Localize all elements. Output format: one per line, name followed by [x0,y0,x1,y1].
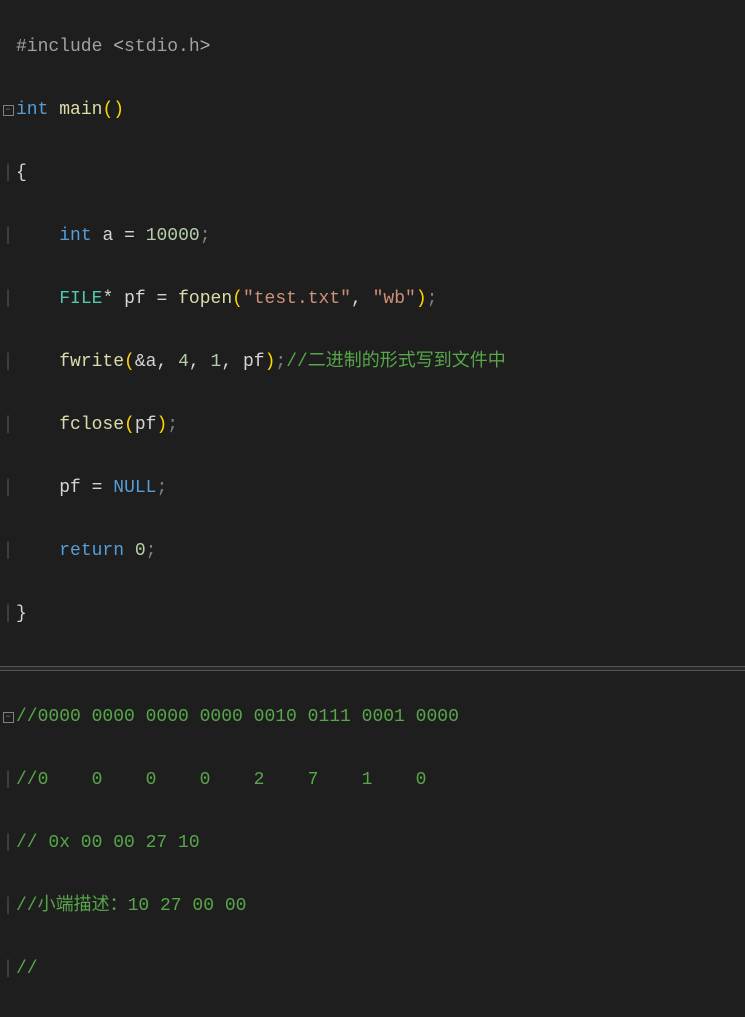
code-line: | fwrite(&a, 4, 1, pf);//二进制的形式写到文件中 [0,347,745,379]
code-line: | return 0; [0,536,745,568]
comment: //0 0 0 0 2 7 1 0 [16,770,426,790]
keyword: return [59,541,124,561]
number: 10000 [146,226,200,246]
code-line: −//0000 0000 0000 0000 0010 0111 0001 00… [0,702,745,734]
operator: = [124,226,135,246]
code-line: | fclose(pf); [0,410,745,442]
paren-close: ) [416,289,427,309]
fold-toggle[interactable]: − [0,95,16,127]
code-line: |//0 0 0 0 2 7 1 0 [0,765,745,797]
function-call: fclose [59,415,124,435]
comment: // 0x 00 00 27 10 [16,833,200,853]
gutter: | [0,347,16,379]
gutter: | [0,954,16,986]
gutter: | [0,765,16,797]
comment: // [16,959,38,979]
code-line: −int main() [0,95,745,127]
operator: = [156,289,167,309]
comma: , [156,352,167,372]
paren-open: ( [232,289,243,309]
code-line: #include <stdio.h> [0,32,745,64]
comma: , [351,289,362,309]
header-name: stdio.h [124,37,200,57]
comma: , [221,352,232,372]
keyword: int [59,226,91,246]
semicolon: ; [200,226,211,246]
parens: () [102,100,124,120]
code-line: | FILE* pf = fopen("test.txt", "wb"); [0,284,745,316]
identifier: pf [135,415,157,435]
string: "test.txt" [243,289,351,309]
semicolon: ; [146,541,157,561]
code-line: |//小端描述：10 27 00 00 [0,891,745,923]
code-line: |{ [0,158,745,190]
operator: & [135,352,146,372]
semicolon: ; [275,352,286,372]
brace: } [16,604,27,624]
number: 1 [211,352,222,372]
operator: = [92,478,103,498]
identifier: pf [124,289,146,309]
gutter: | [0,828,16,860]
gutter: | [0,284,16,316]
identifier: a [102,226,113,246]
divider [0,666,745,671]
code-line: | pf = NULL; [0,473,745,505]
semicolon: ; [427,289,438,309]
identifier: pf [59,478,81,498]
gutter: | [0,158,16,190]
function-call: fwrite [59,352,124,372]
number: 4 [178,352,189,372]
string: "wb" [373,289,416,309]
comma: , [189,352,200,372]
paren-open: ( [124,415,135,435]
gutter: | [0,410,16,442]
operator: * [102,289,113,309]
gutter [0,32,16,64]
identifier: a [146,352,157,372]
code-editor[interactable]: #include <stdio.h> −int main() |{ | int … [0,0,745,1017]
gutter: | [0,536,16,568]
function-call: fopen [178,289,232,309]
gutter: | [0,221,16,253]
code-line: |} [0,599,745,631]
paren-close: ) [156,415,167,435]
code-line: |// 0x 00 00 27 10 [0,828,745,860]
gutter: | [0,599,16,631]
paren-open: ( [124,352,135,372]
semicolon: ; [167,415,178,435]
type: FILE [59,289,102,309]
angle-close: > [200,37,211,57]
preproc-directive: #include [16,37,102,57]
fold-toggle[interactable]: − [0,702,16,734]
number: 0 [135,541,146,561]
semicolon: ; [156,478,167,498]
comment: //0000 0000 0000 0000 0010 0111 0001 000… [16,707,459,727]
paren-close: ) [265,352,276,372]
comment: //二进制的形式写到文件中 [286,352,506,372]
code-line: | int a = 10000; [0,221,745,253]
null-keyword: NULL [113,478,156,498]
function-name: main [59,100,102,120]
gutter: | [0,891,16,923]
identifier: pf [243,352,265,372]
brace: { [16,163,27,183]
code-line: |// [0,954,745,986]
keyword: int [16,100,48,120]
comment: //小端描述：10 27 00 00 [16,896,246,916]
angle-open: < [113,37,124,57]
gutter: | [0,473,16,505]
